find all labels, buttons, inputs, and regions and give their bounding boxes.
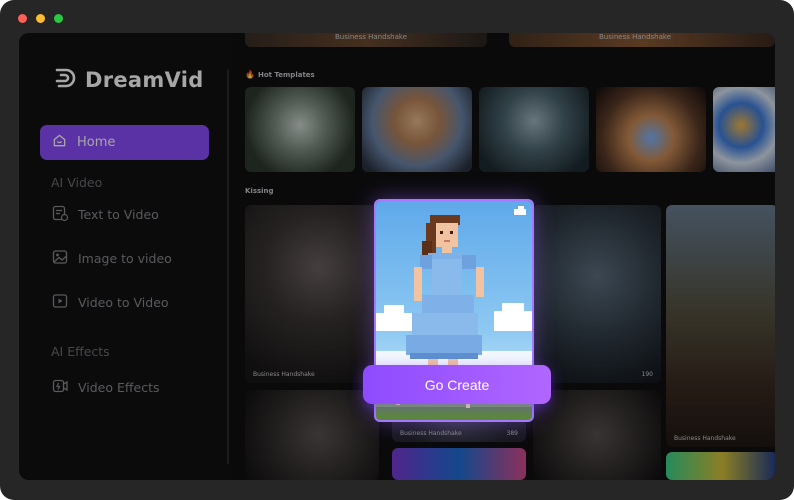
card-caption: Business Handshake [400, 430, 462, 437]
app-window: DreamVid Home AI Video Text to Video Ima… [0, 0, 794, 500]
hot-template-card[interactable] [362, 87, 472, 172]
hot-template-card[interactable] [713, 87, 775, 172]
template-card[interactable] [392, 448, 526, 480]
minimize-window-dot[interactable] [36, 14, 45, 23]
hot-template-card[interactable] [596, 87, 706, 172]
sidebar-item-image-to-video[interactable]: Image to video [51, 248, 172, 269]
sidebar-item-video-to-video[interactable]: Video to Video [51, 292, 169, 313]
go-create-button[interactable]: Go Create [363, 365, 551, 404]
brand[interactable]: DreamVid [53, 66, 204, 94]
sidebar-item-label: Video to Video [78, 295, 169, 310]
likes-count: 389 [506, 430, 518, 437]
template-card[interactable] [245, 390, 379, 480]
template-card[interactable]: Business Handshake [666, 205, 775, 447]
text-to-video-icon [51, 204, 69, 225]
home-icon [52, 133, 67, 152]
sidebar-divider [227, 69, 229, 464]
sidebar: DreamVid Home AI Video Text to Video Ima… [19, 33, 231, 480]
image-icon [51, 248, 69, 269]
kissing-heading: Kissing [245, 187, 274, 195]
likes-count: 190 [641, 371, 653, 378]
close-window-dot[interactable] [18, 14, 27, 23]
app-content: DreamVid Home AI Video Text to Video Ima… [19, 33, 775, 480]
hot-templates-heading: 🔥 Hot Templates [245, 70, 315, 79]
sidebar-item-text-to-video[interactable]: Text to Video [51, 204, 159, 225]
video-icon [51, 292, 69, 313]
sidebar-item-video-effects[interactable]: Video Effects [51, 377, 159, 398]
sidebar-item-label: Video Effects [78, 380, 160, 395]
sidebar-item-label: Home [77, 135, 116, 150]
template-card[interactable]: Business Handshake [245, 205, 379, 383]
card-caption: Business Handshake [599, 33, 672, 41]
maximize-window-dot[interactable] [54, 14, 63, 23]
dreamvid-logo-icon [53, 66, 77, 94]
template-card[interactable] [666, 452, 775, 480]
section-ai-video: AI Video [51, 175, 103, 190]
card-caption: Business Handshake [335, 33, 408, 41]
hot-template-card[interactable] [479, 87, 589, 172]
template-card-top-1[interactable]: Business Handshake [245, 33, 487, 47]
sidebar-item-label: Image to video [78, 251, 172, 266]
fire-icon: 🔥 [245, 70, 255, 79]
brand-name: DreamVid [85, 68, 204, 92]
sidebar-item-home[interactable]: Home [40, 125, 209, 160]
card-caption: Business Handshake [674, 435, 736, 442]
card-caption: Business Handshake [253, 371, 315, 378]
template-card[interactable] [533, 390, 661, 480]
sidebar-item-label: Text to Video [78, 207, 159, 222]
template-card-top-2[interactable]: Business Handshake [509, 33, 775, 47]
section-ai-effects: AI Effects [51, 344, 110, 359]
template-card[interactable]: 190 [533, 205, 661, 383]
hot-template-card[interactable] [245, 87, 355, 172]
hot-templates-title: Hot Templates [257, 70, 315, 79]
video-effects-icon [51, 377, 69, 398]
